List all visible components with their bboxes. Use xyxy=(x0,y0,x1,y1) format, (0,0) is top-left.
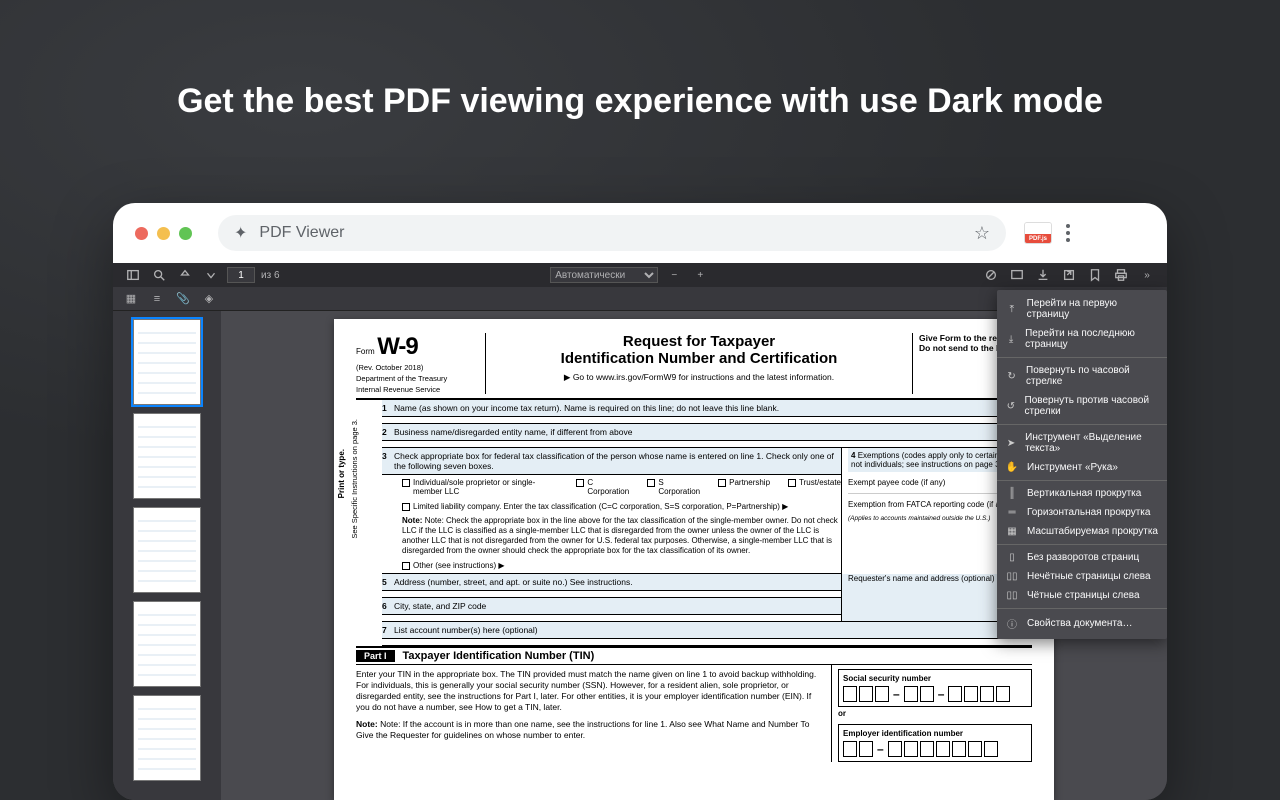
llc-note: Note: Check the appropriate box in the l… xyxy=(402,516,838,555)
part-1-tag: Part I xyxy=(356,650,395,662)
page-title: PDF Viewer xyxy=(259,224,344,242)
bookmark-icon[interactable] xyxy=(1085,265,1105,285)
page-total-label: из 6 xyxy=(261,270,280,281)
row-2: Business name/disregarded entity name, i… xyxy=(394,427,1032,437)
pdf-toolbar: из 6 Автоматически − + » xyxy=(113,263,1167,287)
form-title-1: Request for Taxpayer xyxy=(494,333,904,350)
extension-icon: ✦ xyxy=(234,223,247,243)
form-goto-link: ▶ Go to www.irs.gov/FormW9 for instructi… xyxy=(494,372,904,383)
sidebar-toggle-icon[interactable] xyxy=(123,265,143,285)
check-ccorp: C Corporation xyxy=(587,478,629,496)
download-icon[interactable] xyxy=(1033,265,1053,285)
requester-address: Requester's name and address (optional) xyxy=(848,574,995,583)
window-close-icon[interactable] xyxy=(135,227,148,240)
ein-label: Employer identification number xyxy=(843,729,963,738)
tools-dropdown: ⤒Перейти на первую страницу ⤓Перейти на … xyxy=(997,290,1167,639)
part-1-title: Taxpayer Identification Number (TIN) xyxy=(403,650,595,662)
thumbnail-1[interactable] xyxy=(133,319,201,405)
form-dept1: Department of the Treasury xyxy=(356,374,479,383)
layers-icon[interactable]: ◈ xyxy=(201,291,217,307)
tin-text: Enter your TIN in the appropriate box. T… xyxy=(356,669,816,712)
menu-rotate-cw[interactable]: ↻Повернуть по часовой стрелке xyxy=(997,361,1167,391)
print-icon[interactable] xyxy=(1111,265,1131,285)
attachments-icon[interactable]: 📎 xyxy=(175,291,191,307)
thumbnail-panel xyxy=(113,311,221,800)
outline-icon[interactable]: ≡ xyxy=(149,291,165,307)
check-llc: Limited liability company. Enter the tax… xyxy=(413,502,788,511)
browser-tabbar: ✦ PDF Viewer ☆ PDF.js xyxy=(113,203,1167,263)
open-new-icon[interactable] xyxy=(1059,265,1079,285)
pdfjs-extension-icon[interactable]: PDF.js xyxy=(1024,222,1052,244)
pdf-page: Print or type. See Specific Instructions… xyxy=(334,319,1054,800)
promo-headline: Get the best PDF viewing experience with… xyxy=(0,82,1280,121)
browser-window: ✦ PDF Viewer ☆ PDF.js из 6 Автоматически… xyxy=(113,203,1167,800)
thumbnail-4[interactable] xyxy=(133,601,201,687)
check-other: Other (see instructions) ▶ xyxy=(413,561,505,570)
menu-even-spreads[interactable]: ▯▯Чётные страницы слева xyxy=(997,586,1167,605)
thumbnails-icon[interactable]: ▦ xyxy=(123,291,139,307)
form-revision: (Rev. October 2018) xyxy=(356,363,479,372)
menu-odd-spreads[interactable]: ▯▯Нечётные страницы слева xyxy=(997,567,1167,586)
form-number: W-9 xyxy=(377,333,418,360)
check-partnership: Partnership xyxy=(729,478,770,487)
thumbnail-2[interactable] xyxy=(133,413,201,499)
menu-horizontal-scroll[interactable]: ═Горизонтальная прокрутка xyxy=(997,503,1167,522)
page-number-input[interactable] xyxy=(227,267,255,283)
presentation-icon[interactable] xyxy=(1007,265,1027,285)
check-trust: Trust/estate xyxy=(799,478,841,487)
side-label-print: Print or type. xyxy=(338,449,350,498)
zoom-select[interactable]: Автоматически xyxy=(550,267,658,283)
side-label-instructions: See Specific Instructions on page 3. xyxy=(350,419,360,539)
row-5: Address (number, street, and apt. or sui… xyxy=(394,577,841,587)
menu-last-page[interactable]: ⤓Перейти на последнюю страницу xyxy=(997,324,1167,354)
form-title-2: Identification Number and Certification xyxy=(494,350,904,367)
thumbnail-3[interactable] xyxy=(133,507,201,593)
thumbnail-5[interactable] xyxy=(133,695,201,781)
row-3: Check appropriate box for federal tax cl… xyxy=(394,451,841,471)
open-file-icon[interactable] xyxy=(981,265,1001,285)
window-maximize-icon[interactable] xyxy=(179,227,192,240)
check-scorp: S Corporation xyxy=(658,478,700,496)
menu-no-spreads[interactable]: ▯Без разворотов страниц xyxy=(997,548,1167,567)
row-1: Name (as shown on your income tax return… xyxy=(394,403,1032,413)
browser-menu-icon[interactable] xyxy=(1066,224,1070,242)
row-7: List account number(s) here (optional) xyxy=(394,625,1032,635)
zoom-out-icon[interactable]: − xyxy=(664,265,684,285)
next-page-icon[interactable] xyxy=(201,265,221,285)
menu-rotate-ccw[interactable]: ↺Повернуть против часовой стрелки xyxy=(997,391,1167,421)
tin-note: Note: If the account is in more than one… xyxy=(356,719,809,740)
or-label: or xyxy=(838,707,1032,720)
menu-text-select-tool[interactable]: ➤Инструмент «Выделение текста» xyxy=(997,428,1167,458)
check-individual: Individual/sole proprietor or single-mem… xyxy=(413,478,558,496)
window-minimize-icon[interactable] xyxy=(157,227,170,240)
zoom-in-icon[interactable]: + xyxy=(690,265,710,285)
menu-document-properties[interactable]: ⓘСвойства документа… xyxy=(997,612,1167,635)
row-6: City, state, and ZIP code xyxy=(394,601,841,611)
ssn-label: Social security number xyxy=(843,674,931,683)
menu-vertical-scroll[interactable]: ║Вертикальная прокрутка xyxy=(997,484,1167,503)
more-tools-icon[interactable]: » xyxy=(1137,265,1157,285)
prev-page-icon[interactable] xyxy=(175,265,195,285)
search-icon[interactable] xyxy=(149,265,169,285)
menu-wrapped-scroll[interactable]: ▦Масштабируемая прокрутка xyxy=(997,522,1167,541)
address-bar[interactable]: ✦ PDF Viewer ☆ xyxy=(218,215,1006,251)
menu-hand-tool[interactable]: ✋Инструмент «Рука» xyxy=(997,458,1167,477)
bookmark-star-icon[interactable]: ☆ xyxy=(974,223,990,244)
form-dept2: Internal Revenue Service xyxy=(356,385,479,394)
menu-first-page[interactable]: ⤒Перейти на первую страницу xyxy=(997,294,1167,324)
form-label: Form xyxy=(356,347,375,356)
